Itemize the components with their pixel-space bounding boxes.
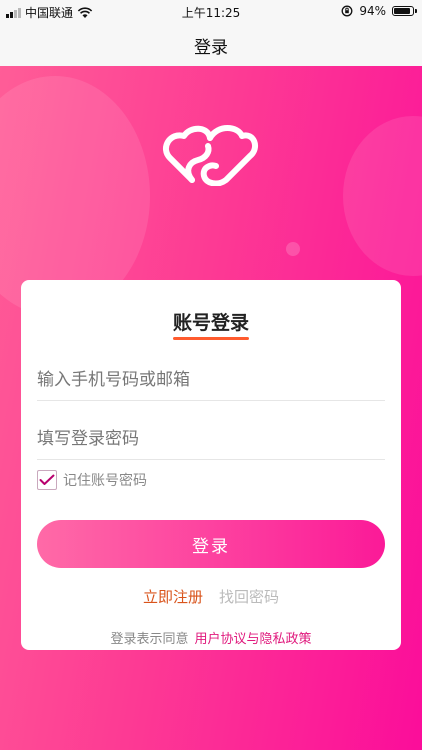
remember-row[interactable]: 记住账号密码 bbox=[37, 470, 147, 490]
nav-bar: 登录 bbox=[0, 24, 422, 66]
nav-title: 登录 bbox=[194, 37, 228, 58]
card-title: 账号登录 bbox=[172, 312, 249, 334]
decor-bubble bbox=[286, 242, 300, 256]
remember-label: 记住账号密码 bbox=[63, 473, 147, 489]
policy-link[interactable]: 用户协议与隐私政策 bbox=[195, 632, 312, 647]
phone-email-input[interactable] bbox=[37, 360, 385, 401]
status-right: 94% bbox=[341, 4, 417, 18]
links-row: 立即注册 找回密码 bbox=[21, 586, 401, 607]
register-link[interactable]: 立即注册 bbox=[143, 586, 203, 607]
agreement-prefix: 登录表示同意 bbox=[110, 632, 189, 647]
forgot-password-link[interactable]: 找回密码 bbox=[219, 586, 279, 607]
title-underline bbox=[173, 337, 249, 340]
checkmark-icon bbox=[39, 474, 55, 485]
heart-s-logo-icon bbox=[163, 125, 259, 186]
agreement-row: 登录表示同意 用户协议与隐私政策 bbox=[21, 628, 401, 647]
battery-icon bbox=[392, 6, 417, 16]
orientation-lock-icon bbox=[341, 5, 353, 17]
login-card: 账号登录 记住账号密码 登录 立即注册 找回密码 登录表示同意用户协议与隐私政策 bbox=[21, 280, 401, 650]
login-button[interactable]: 登录 bbox=[37, 520, 385, 568]
status-bar: 中国联通 上午11:25 94% bbox=[0, 0, 422, 24]
remember-checkbox[interactable] bbox=[37, 470, 57, 490]
decor-bubble bbox=[343, 116, 422, 276]
battery-percent: 94% bbox=[359, 4, 386, 18]
password-input[interactable] bbox=[37, 419, 385, 460]
